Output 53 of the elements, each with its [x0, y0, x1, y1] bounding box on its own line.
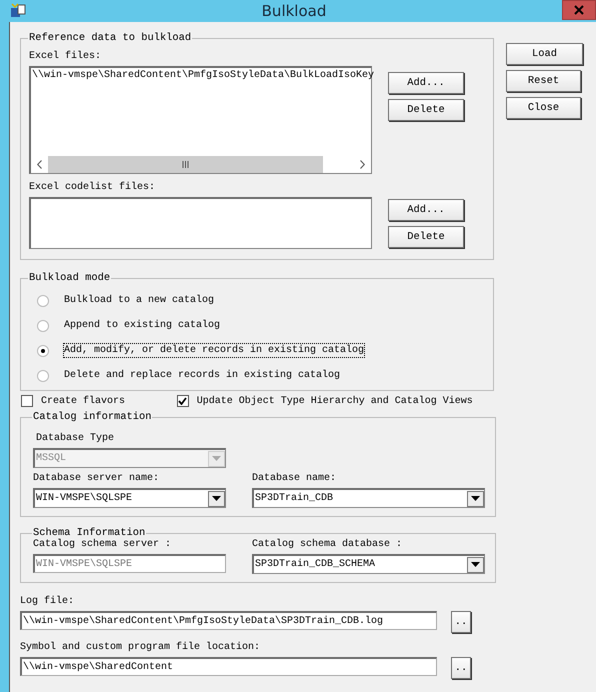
field-label: Log file: [20, 596, 76, 607]
radio-label[interactable]: Delete and replace records in existing catalog [63, 368, 342, 383]
field-label: Excel codelist files: [29, 182, 156, 193]
field-label: Catalog schema server : [33, 539, 172, 550]
checkbox[interactable] [21, 395, 33, 407]
browse-button[interactable]: .. [451, 611, 471, 633]
group-title: Bulkload mode [28, 272, 112, 284]
dialog-button[interactable]: Load [506, 43, 583, 65]
group-title: Schema Information [32, 527, 146, 539]
file-button[interactable]: Add... [388, 72, 464, 94]
file-button[interactable]: Add... [388, 199, 464, 221]
caret-icon [471, 496, 480, 501]
field-label: Database name: [252, 473, 338, 484]
scrollbar-thumb[interactable] [48, 156, 323, 173]
path-field[interactable]: \\win-vmspe\SharedContent\PmfgIsoStyleData\SP3DTrain_CDB.log [20, 611, 437, 630]
field-label: Excel files: [29, 51, 102, 62]
file-button[interactable]: Delete [388, 226, 464, 248]
field-label: Database Type [36, 433, 116, 444]
group-title: Reference data to bulkload [28, 32, 192, 44]
dialog-button[interactable]: Close [506, 97, 581, 119]
file-list[interactable]: \\win-vmspe\SharedContent\PmfgIsoStyleData\BulkLoadIsoKey [29, 66, 372, 174]
file-button[interactable]: Delete [388, 99, 464, 121]
field-label: Catalog schema database : [252, 539, 404, 550]
checkbox[interactable] [176, 395, 189, 407]
radio-label[interactable]: Add, modify, or delete records in existing catalog [63, 343, 366, 358]
radio-button[interactable] [37, 344, 49, 356]
field-label: Symbol and custom program file location: [20, 642, 262, 653]
radio-label[interactable]: Bulkload to a new catalog [63, 293, 216, 308]
dropdown[interactable]: WIN-VMSPE\SQLSPE [33, 488, 226, 508]
list-item[interactable]: \\win-vmspe\SharedContent\PmfgIsoStyleData\BulkLoadIsoKey [32, 70, 374, 81]
caret-icon [212, 496, 221, 501]
radio-button[interactable] [37, 294, 49, 306]
radio-button[interactable] [37, 370, 49, 382]
file-list[interactable] [29, 197, 372, 249]
checkbox-label[interactable]: Update Object Type Hierarchy and Catalog Views [196, 396, 473, 406]
dropdown[interactable]: SP3DTrain_CDB_SCHEMA [252, 554, 485, 574]
group-title: Catalog information [32, 411, 152, 423]
path-field[interactable]: \\win-vmspe\SharedContent [20, 657, 437, 676]
close-icon [574, 5, 584, 15]
radio-button[interactable] [37, 320, 49, 332]
caret-icon [212, 456, 221, 461]
checkmark-icon [178, 397, 188, 405]
dialog-button[interactable]: Reset [506, 70, 581, 92]
caret-icon [471, 562, 480, 567]
dropdown[interactable]: SP3DTrain_CDB [252, 488, 485, 508]
app-icon [10, 3, 26, 19]
checkbox-label[interactable]: Create flavors [41, 396, 126, 406]
field-label: Database server name: [33, 473, 160, 484]
radio-label[interactable]: Append to existing catalog [63, 318, 222, 333]
browse-button[interactable]: .. [451, 657, 471, 679]
window-title: Bulkload [260, 2, 328, 20]
close-button[interactable] [562, 0, 596, 20]
grip-icon [182, 161, 189, 168]
